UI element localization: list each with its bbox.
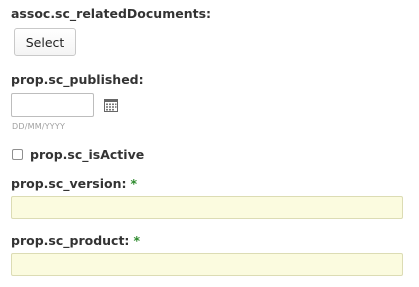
related-documents-label: assoc.sc_relatedDocuments:	[11, 6, 212, 21]
published-label: prop.sc_published:	[11, 72, 144, 87]
required-marker: *	[130, 176, 138, 191]
product-label: prop.sc_product: *	[11, 233, 140, 248]
is-active-checkbox[interactable]	[12, 149, 23, 160]
product-label-text: prop.sc_product:	[11, 233, 130, 248]
product-input[interactable]	[11, 253, 403, 276]
version-label: prop.sc_version: *	[11, 176, 137, 191]
select-related-documents-button[interactable]: Select	[14, 28, 76, 56]
version-input[interactable]	[11, 196, 403, 219]
is-active-label: prop.sc_isActive	[30, 147, 145, 162]
calendar-icon[interactable]	[104, 98, 118, 112]
version-label-text: prop.sc_version:	[11, 176, 127, 191]
date-format-hint: DD/MM/YYYY	[12, 122, 66, 131]
published-date-input[interactable]	[11, 93, 94, 117]
required-marker: *	[133, 233, 140, 248]
